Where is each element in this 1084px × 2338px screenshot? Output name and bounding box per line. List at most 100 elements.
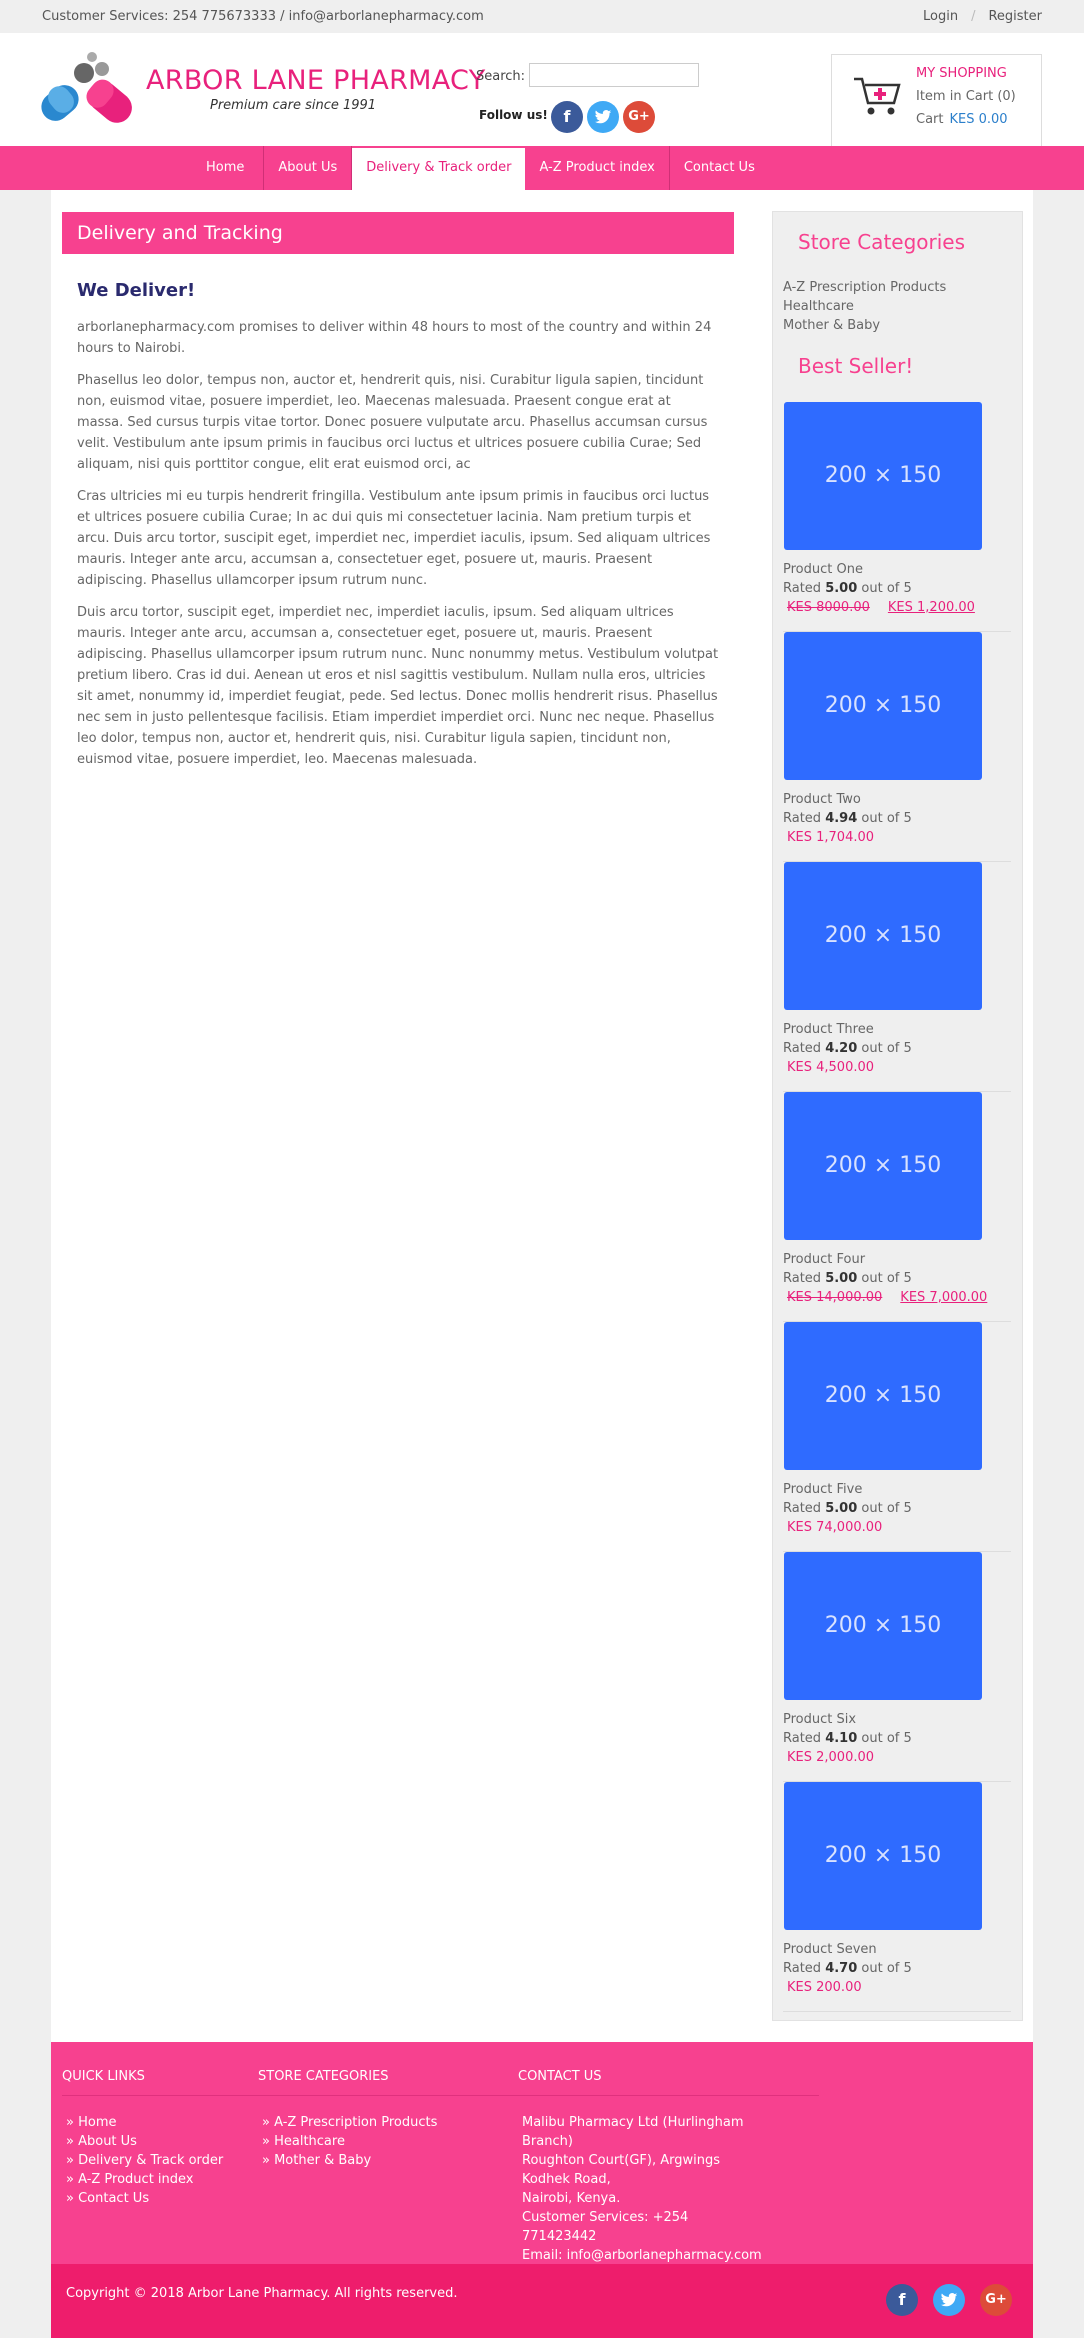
rating-value: 5.00 bbox=[825, 581, 858, 596]
page-heading: We Deliver! bbox=[77, 280, 196, 301]
content-header: Delivery and Tracking bbox=[62, 212, 734, 254]
product-name[interactable]: Product Three bbox=[783, 1022, 874, 1037]
facebook-icon[interactable]: f bbox=[886, 2284, 918, 2316]
product-rating: Rated 4.10 out of 5 bbox=[783, 1731, 912, 1746]
product-rating: Rated 4.70 out of 5 bbox=[783, 1961, 912, 1976]
rating-suffix: out of 5 bbox=[861, 1501, 912, 1516]
best-seller-title: Best Seller! bbox=[798, 354, 914, 378]
contact-line: Malibu Pharmacy Ltd (Hurlingham Branch) bbox=[522, 2115, 744, 2149]
nav-item-home[interactable]: Home bbox=[187, 146, 265, 190]
product-prices: KES 2,000.00 bbox=[787, 1750, 874, 1765]
rating-prefix: Rated bbox=[783, 581, 822, 596]
site-logo[interactable]: ARBOR LANE PHARMACY Premium care since 1… bbox=[40, 51, 485, 141]
current-price: KES 2,000.00 bbox=[787, 1750, 875, 1765]
rating-value: 5.00 bbox=[825, 1271, 858, 1286]
product-image[interactable]: 200 × 150 bbox=[784, 1782, 982, 1930]
product-image[interactable]: 200 × 150 bbox=[784, 1092, 982, 1240]
product-name[interactable]: Product Five bbox=[783, 1482, 862, 1497]
current-price[interactable]: KES 1,200.00 bbox=[888, 600, 975, 615]
product-rating: Rated 4.94 out of 5 bbox=[783, 811, 912, 826]
google-plus-icon[interactable]: G+ bbox=[623, 101, 655, 133]
product-card[interactable]: 200 × 150 Product One Rated 5.00 out of 5 K… bbox=[783, 402, 1011, 632]
main-nav: Home About Us Delivery & Track order A-Z… bbox=[0, 146, 1084, 190]
search-label: Search: bbox=[476, 69, 526, 84]
product-prices: KES 1,704.00 bbox=[787, 830, 874, 845]
shopping-cart-icon bbox=[854, 77, 901, 115]
product-name[interactable]: Product Seven bbox=[783, 1942, 877, 1957]
store-categories-title: Store Categories bbox=[798, 230, 966, 254]
product-prices: KES 8000.00 KES 1,200.00 bbox=[787, 600, 975, 615]
product-image[interactable]: 200 × 150 bbox=[784, 1322, 982, 1470]
customer-services-text: Customer Services: 254 775673333 / info@… bbox=[42, 9, 484, 24]
top-bar: Customer Services: 254 775673333 / info@… bbox=[0, 0, 1084, 33]
footer-link[interactable]: Contact Us bbox=[66, 2189, 223, 2208]
product-rating: Rated 5.00 out of 5 bbox=[783, 581, 912, 596]
copyright-text: Copyright © 2018 Arbor Lane Pharmacy. Al… bbox=[66, 2286, 458, 2301]
product-prices: KES 200.00 bbox=[787, 1980, 862, 1995]
footer-category-link[interactable]: Healthcare bbox=[262, 2132, 437, 2151]
cart-item-count: Item in Cart (0) bbox=[916, 89, 1016, 104]
footer-contact-title: CONTACT US bbox=[518, 2069, 602, 2084]
product-card[interactable]: 200 × 150 Product Five Rated 5.00 out of 5… bbox=[783, 1322, 1011, 1552]
rating-suffix: out of 5 bbox=[861, 1041, 912, 1056]
cart-total: Cart KES 0.00 bbox=[916, 112, 1008, 127]
product-name[interactable]: Product Four bbox=[783, 1252, 865, 1267]
rating-suffix: out of 5 bbox=[861, 1961, 912, 1976]
rating-suffix: out of 5 bbox=[861, 581, 912, 596]
register-link[interactable]: Register bbox=[988, 9, 1042, 24]
product-card[interactable]: 200 × 150 Product Two Rated 4.94 out of 5 K… bbox=[783, 632, 1011, 862]
current-price: KES 200.00 bbox=[787, 1980, 862, 1995]
nav-item-az-index[interactable]: A-Z Product index bbox=[525, 146, 670, 190]
nav-item-about-us[interactable]: About Us bbox=[264, 146, 353, 190]
twitter-icon[interactable] bbox=[587, 101, 619, 133]
category-item[interactable]: Mother & Baby bbox=[783, 316, 946, 335]
nav-item-delivery[interactable]: Delivery & Track order bbox=[352, 148, 526, 190]
current-price: KES 1,704.00 bbox=[787, 830, 875, 845]
product-name[interactable]: Product One bbox=[783, 562, 863, 577]
category-item[interactable]: A-Z Prescription Products bbox=[783, 278, 946, 297]
twitter-icon[interactable] bbox=[933, 2284, 965, 2316]
search-input[interactable] bbox=[529, 63, 699, 87]
login-link[interactable]: Login bbox=[923, 9, 958, 24]
account-links: Login / Register bbox=[923, 9, 1042, 24]
cart-title[interactable]: MY SHOPPING bbox=[916, 66, 1007, 81]
rating-prefix: Rated bbox=[783, 1731, 822, 1746]
main-container: Delivery and Tracking We Deliver! arborl… bbox=[51, 190, 1033, 2042]
footer-divider bbox=[62, 2095, 819, 2096]
footer-link[interactable]: Home bbox=[66, 2113, 223, 2132]
old-price: KES 8000.00 bbox=[787, 600, 870, 615]
product-card[interactable]: 200 × 150 Product Three Rated 4.20 out of … bbox=[783, 862, 1011, 1092]
product-name[interactable]: Product Six bbox=[783, 1712, 856, 1727]
footer-link[interactable]: Delivery & Track order bbox=[66, 2151, 223, 2170]
copyright-bar: Copyright © 2018 Arbor Lane Pharmacy. Al… bbox=[51, 2264, 1033, 2338]
rating-prefix: Rated bbox=[783, 1041, 822, 1056]
product-name[interactable]: Product Two bbox=[783, 792, 861, 807]
category-list: A-Z Prescription Products Healthcare Mot… bbox=[783, 278, 946, 335]
product-card[interactable]: 200 × 150 Product Six Rated 4.10 out of 5 K… bbox=[783, 1552, 1011, 1782]
cart-box[interactable]: MY SHOPPING Item in Cart (0) Cart KES 0.0… bbox=[831, 54, 1042, 146]
product-image[interactable]: 200 × 150 bbox=[784, 402, 982, 550]
category-item[interactable]: Healthcare bbox=[783, 297, 946, 316]
facebook-icon[interactable]: f bbox=[551, 101, 583, 133]
product-card[interactable]: 200 × 150 Product Seven Rated 4.70 out of … bbox=[783, 1782, 1011, 2012]
product-prices: KES 14,000.00 KES 7,000.00 bbox=[787, 1290, 987, 1305]
current-price[interactable]: KES 7,000.00 bbox=[900, 1290, 987, 1305]
product-image[interactable]: 200 × 150 bbox=[784, 1552, 982, 1700]
contact-line: Nairobi, Kenya. bbox=[522, 2191, 621, 2206]
sidebar: Store Categories A-Z Prescription Produc… bbox=[772, 211, 1023, 2021]
footer-category-link[interactable]: A-Z Prescription Products bbox=[262, 2113, 437, 2132]
footer-link[interactable]: A-Z Product index bbox=[66, 2170, 223, 2189]
product-image[interactable]: 200 × 150 bbox=[784, 632, 982, 780]
footer-category-link[interactable]: Mother & Baby bbox=[262, 2151, 437, 2170]
footer-store-categories: A-Z Prescription Products Healthcare Mot… bbox=[262, 2113, 437, 2170]
old-price: KES 14,000.00 bbox=[787, 1290, 883, 1305]
product-rating: Rated 5.00 out of 5 bbox=[783, 1501, 912, 1516]
product-card[interactable]: 200 × 150 Product Four Rated 5.00 out of 5… bbox=[783, 1092, 1011, 1322]
footer-quick-links: Home About Us Delivery & Track order A-Z… bbox=[66, 2113, 223, 2208]
product-image[interactable]: 200 × 150 bbox=[784, 862, 982, 1010]
content-paragraph: Cras ultricies mi eu turpis hendrerit fr… bbox=[77, 489, 711, 588]
footer-link[interactable]: About Us bbox=[66, 2132, 223, 2151]
rating-prefix: Rated bbox=[783, 1961, 822, 1976]
nav-item-contact-us[interactable]: Contact Us bbox=[670, 146, 769, 190]
google-plus-icon[interactable]: G+ bbox=[980, 2284, 1012, 2316]
